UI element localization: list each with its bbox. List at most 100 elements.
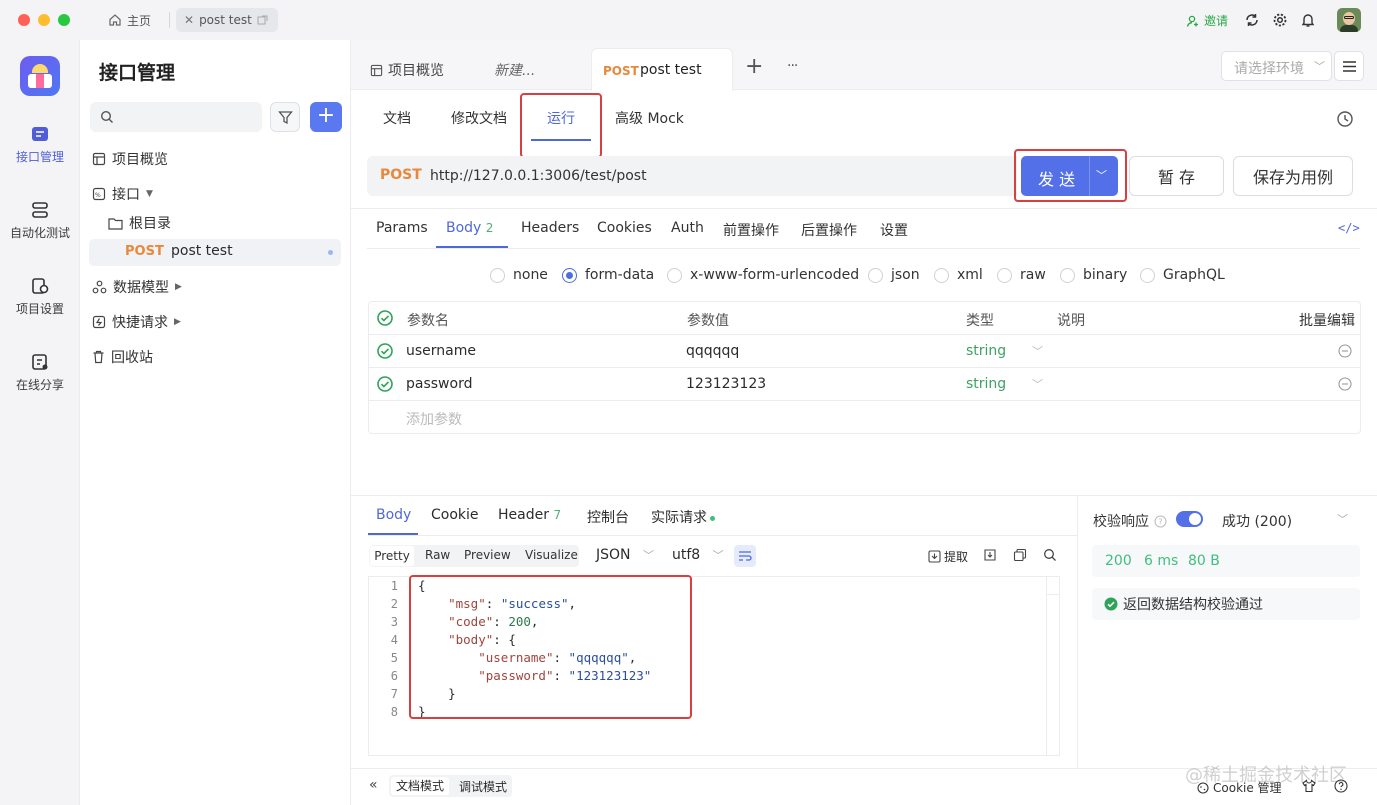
bulk-edit-button[interactable]: 批量编辑 [1299,310,1355,330]
add-button[interactable]: + [310,102,342,132]
tab-post-test[interactable]: POST post test [591,48,733,91]
cookie-manager-button[interactable]: Cookie 管理 [1197,779,1282,796]
radio-binary[interactable]: binary [1060,267,1127,283]
shirt-icon[interactable] [1302,779,1316,793]
param-type-select[interactable]: string [966,343,1006,359]
tab-overview[interactable]: 项目概览 [370,52,444,88]
bell-icon[interactable] [1300,12,1316,28]
home-tab[interactable]: 主页 [108,8,151,32]
word-wrap-button[interactable] [734,545,756,567]
radio-form-data[interactable]: form-data [562,267,654,283]
row-checkbox-icon[interactable] [377,343,393,359]
format-select[interactable]: JSON ﹀ [596,547,654,563]
maximize-window-button[interactable] [58,14,70,26]
tree-item-post-test[interactable]: POST post test [89,239,341,266]
radio-raw[interactable]: raw [997,267,1046,283]
copy-icon[interactable] [1013,548,1027,562]
download-icon[interactable] [983,548,997,562]
radio-urlencoded[interactable]: x-www-form-urlencoded [667,267,859,283]
collapse-sidebar-icon[interactable]: « [369,777,378,793]
minimize-window-button[interactable] [38,14,50,26]
tab-cookies[interactable]: Cookies [597,220,652,236]
view-mode-visualize[interactable]: Visualize [525,548,578,562]
encoding-select[interactable]: utf8 ﹀ [672,547,724,563]
chevron-down-icon[interactable]: ﹀ [1337,511,1348,527]
extract-button[interactable]: 提取 [928,548,968,565]
tree-item-root[interactable]: 根目录 [108,209,171,237]
add-param-input[interactable]: 添加参数 [406,409,462,429]
tree-item-trash[interactable]: 回收站 [92,343,153,371]
scrollbar-track[interactable] [1046,577,1047,755]
view-mode-preview[interactable]: Preview [464,548,511,562]
gear-icon[interactable] [1272,12,1288,28]
param-type-select[interactable]: string [966,376,1006,392]
param-value-cell[interactable]: qqqqqq [686,343,739,359]
search-icon[interactable] [1043,548,1057,562]
external-window-icon[interactable] [257,15,268,26]
response-tab-body[interactable]: Body [376,507,411,523]
add-tab-button[interactable]: + [745,54,763,79]
history-icon[interactable] [1336,110,1354,128]
response-tab-header[interactable]: Header 7 [498,507,561,523]
select-all-checkbox-icon[interactable] [377,310,393,326]
param-name-cell[interactable]: password [406,376,472,392]
rail-item-api-management[interactable]: 接口管理 [0,124,80,165]
response-tab-console[interactable]: 控制台 [587,507,629,527]
help-icon[interactable]: ? [1154,515,1167,528]
rail-item-automation[interactable]: 自动化测试 [0,200,80,241]
invite-button[interactable]: 邀请 [1186,12,1228,29]
close-tab-icon[interactable]: ✕ [184,13,194,27]
close-window-button[interactable] [18,14,30,26]
method-select[interactable]: POST [380,167,422,183]
response-tab-actual-request[interactable]: 实际请求 [651,507,715,527]
response-tab-cookie[interactable]: Cookie [431,507,479,523]
save-button[interactable]: 暂 存 [1129,156,1224,196]
param-name-cell[interactable]: username [406,343,476,359]
tab-auth[interactable]: Auth [671,220,704,236]
view-mode-pretty[interactable]: Pretty [370,546,414,566]
rail-item-online-share[interactable]: 在线分享 [0,352,80,393]
url-bar[interactable]: POST http://127.0.0.1:3006/test/post [367,156,1017,196]
view-mode-raw[interactable]: Raw [425,548,450,562]
validate-toggle[interactable] [1176,511,1203,527]
tab-settings[interactable]: 设置 [880,220,908,240]
tab-post-operations[interactable]: 后置操作 [801,220,857,240]
help-icon[interactable] [1334,779,1348,793]
tree-item-apis[interactable]: % 接口 ▼ [92,180,153,208]
sync-icon[interactable] [1244,12,1260,28]
rail-item-project-settings[interactable]: 项目设置 [0,276,80,317]
radio-xml[interactable]: xml [934,267,983,283]
url-input[interactable]: http://127.0.0.1:3006/test/post [430,168,647,184]
tree-item-overview[interactable]: 项目概览 [92,145,168,173]
filter-button[interactable] [270,102,300,132]
radio-json[interactable]: json [868,267,920,283]
remove-row-icon[interactable] [1338,377,1352,391]
radio-none[interactable]: none [490,267,548,283]
debug-mode-button[interactable]: 调试模式 [459,778,507,795]
radio-graphql[interactable]: GraphQL [1140,267,1225,283]
more-tabs-button[interactable]: ··· [787,58,798,74]
tab-params[interactable]: Params [376,220,428,236]
avatar[interactable] [1337,8,1361,32]
param-value-cell[interactable]: 123123123 [686,376,766,392]
scrollbar-thumb[interactable] [1047,577,1059,595]
search-input[interactable] [90,102,262,132]
tree-item-quick[interactable]: 快捷请求 ▶ [92,308,181,336]
environment-select[interactable]: 请选择环境 ﹀ [1221,51,1332,81]
post-test-window-tab[interactable]: ✕ post test [176,8,278,32]
tab-body[interactable]: Body 2 [446,220,493,236]
validation-status-select[interactable]: 成功 (200) [1222,511,1292,531]
menu-button[interactable] [1334,51,1364,81]
row-checkbox-icon[interactable] [377,376,393,392]
tab-pre-operations[interactable]: 前置操作 [723,220,779,240]
remove-row-icon[interactable] [1338,344,1352,358]
doc-mode-button[interactable]: 文档模式 [391,777,449,795]
code-icon[interactable]: </> [1338,221,1360,235]
subtab-edit-doc[interactable]: 修改文档 [451,108,507,128]
subtab-advanced-mock[interactable]: 高级 Mock [615,108,684,128]
subtab-doc[interactable]: 文档 [383,108,411,128]
save-as-case-button[interactable]: 保存为用例 [1233,156,1353,196]
tab-new[interactable]: 新建... [494,52,535,88]
tab-headers[interactable]: Headers [521,220,579,236]
tree-item-models[interactable]: 数据模型 ▶ [92,273,182,301]
